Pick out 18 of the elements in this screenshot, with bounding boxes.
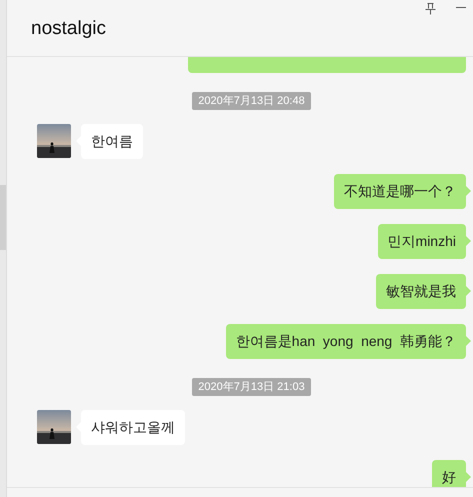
minimize-icon[interactable]: [456, 7, 466, 8]
message-bubble: 민지minzhi: [378, 224, 466, 259]
bubble-tail: [466, 236, 471, 246]
scrollbar-thumb[interactable]: [0, 185, 6, 250]
bubble-tail: [466, 186, 471, 196]
bubble-tail: [466, 286, 471, 296]
message-bubble: 好: [432, 460, 466, 487]
bubble-tail: [466, 336, 471, 346]
bubble-tail: [466, 472, 471, 482]
pin-icon[interactable]: [425, 3, 436, 15]
window-title: nostalgic: [31, 17, 106, 41]
message-bubble: 敏智就是我: [376, 274, 466, 309]
message-bubble: 한여름是han yong neng 韩勇能？: [226, 324, 466, 359]
timestamp: 2020年7月13日 21:03: [192, 378, 311, 396]
message-bubble: 不知道是哪一个？: [334, 174, 466, 209]
timestamp: 2020年7月13日 20:48: [192, 92, 311, 110]
message-bubble: 샤워하고올께: [81, 410, 185, 445]
message-bubble: 한여름: [81, 124, 143, 159]
